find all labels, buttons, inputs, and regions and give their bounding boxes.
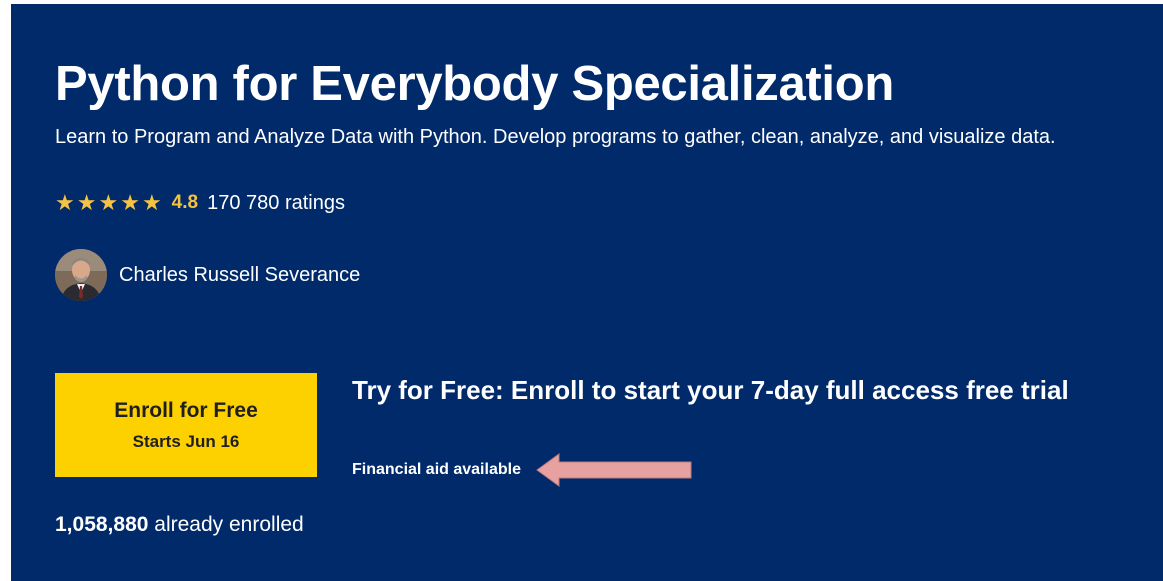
rating-count-link[interactable]: 170 780 ratings — [207, 192, 345, 215]
financial-aid-row: Financial aid available — [352, 452, 693, 488]
avatar-image — [55, 249, 107, 301]
enrolled-count: 1,058,880 — [55, 513, 149, 536]
instructor-avatar[interactable] — [55, 249, 107, 301]
left-arrow-icon — [536, 453, 692, 487]
enrolled-count-row: 1,058,880 already enrolled — [55, 513, 304, 537]
star-icon: ★ — [120, 190, 140, 215]
course-title: Python for Everybody Specialization — [55, 57, 895, 111]
rating-value: 4.8 — [171, 192, 199, 213]
course-subtitle: Learn to Program and Analyze Data with P… — [55, 126, 1056, 148]
rating-stars: ★ ★ ★ ★ ★ — [55, 192, 162, 214]
enroll-start-date: Starts Jun 16 — [132, 431, 240, 451]
star-icon: ★ — [76, 190, 97, 215]
instructor-name-link[interactable]: Charles Russell Severance — [119, 264, 360, 287]
course-hero-banner: Python for Everybody Specialization Lear… — [11, 4, 1163, 581]
star-icon: ★ — [55, 190, 75, 215]
rating-row: ★ ★ ★ ★ ★ 4.8 170 780 ratings — [55, 190, 345, 216]
enrolled-suffix: already enrolled — [154, 513, 304, 536]
enroll-button-label: Enroll for Free — [114, 398, 258, 422]
free-trial-text: Try for Free: Enroll to start your 7-day… — [352, 375, 1069, 405]
financial-aid-link[interactable]: Financial aid available — [352, 461, 521, 479]
star-icon: ★ — [98, 190, 119, 215]
star-icon: ★ — [141, 190, 162, 215]
enroll-for-free-button[interactable]: Enroll for Free Starts Jun 16 — [55, 373, 317, 477]
instructor[interactable]: Charles Russell Severance — [55, 249, 360, 301]
